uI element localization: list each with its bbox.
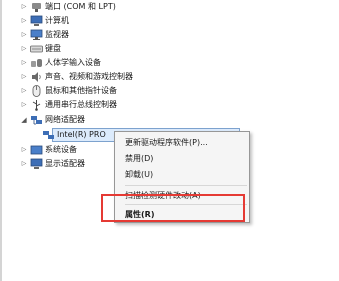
expand-arrow-icon[interactable]: ▷ <box>20 98 28 112</box>
expand-arrow-icon[interactable]: ▷ <box>20 143 28 157</box>
tree-item-label: 系统设备 <box>45 145 77 154</box>
tree-item-computer[interactable]: ▷ 计算机 <box>0 14 200 28</box>
expand-arrow-icon[interactable]: ▷ <box>20 28 28 42</box>
tree-item-label: 计算机 <box>45 16 69 25</box>
tree-item-label: 键盘 <box>45 44 61 53</box>
annotation-highlight-box <box>101 194 245 222</box>
tree-item-label: Intel(R) PRO <box>57 130 106 139</box>
computer-icon <box>30 15 43 26</box>
menu-item-uninstall[interactable]: 卸载(U) <box>125 168 153 181</box>
expand-arrow-icon[interactable]: ▷ <box>20 0 28 14</box>
hid-icon <box>31 59 42 67</box>
expand-arrow-icon[interactable]: ▷ <box>20 42 28 56</box>
tree-item-label: 人体学输入设备 <box>45 58 101 67</box>
system-device-icon <box>30 145 43 155</box>
tree-item-label: 鼠标和其他指针设备 <box>45 86 117 95</box>
tree-item-label: 声音、视频和游戏控制器 <box>45 72 133 81</box>
expand-arrow-icon[interactable]: ▷ <box>20 70 28 84</box>
tree-item-sound[interactable]: ▷ 声音、视频和游戏控制器 <box>0 70 200 84</box>
tree-item-keyboards[interactable]: ▷ 键盘 <box>0 42 200 56</box>
expand-arrow-icon[interactable]: ▷ <box>20 56 28 70</box>
mouse-icon <box>32 85 41 97</box>
tree-item-label: 显示适配器 <box>45 159 85 168</box>
tree-item-network-adapters[interactable]: ◢ 网络适配器 <box>0 113 200 127</box>
tree-item-ports[interactable]: ▷ 端口 (COM 和 LPT) <box>0 0 200 14</box>
tree-item-label: 监视器 <box>45 30 69 39</box>
collapse-arrow-icon[interactable]: ◢ <box>20 113 28 127</box>
tree-item-display-adapters[interactable]: ▷ 显示适配器 <box>0 157 110 171</box>
expand-arrow-icon[interactable]: ▷ <box>20 14 28 28</box>
network-adapter-icon <box>43 131 54 139</box>
tree-item-label: 网络适配器 <box>45 115 85 124</box>
port-icon <box>32 3 41 12</box>
tree-item-system-devices[interactable]: ▷ 系统设备 <box>0 143 110 157</box>
tree-item-hid[interactable]: ▷ 人体学输入设备 <box>0 56 200 70</box>
tree-item-monitors[interactable]: ▷ 监视器 <box>0 28 200 42</box>
usb-icon <box>32 100 41 111</box>
tree-item-label: 通用串行总线控制器 <box>45 100 117 109</box>
tree-item-mice[interactable]: ▷ 鼠标和其他指针设备 <box>0 84 200 98</box>
network-icon <box>31 116 42 125</box>
expand-arrow-icon[interactable]: ▷ <box>20 84 28 98</box>
menu-item-update-driver[interactable]: 更新驱动程序软件(P)... <box>125 136 208 149</box>
menu-item-disable[interactable]: 禁用(D) <box>125 152 153 165</box>
display-adapter-icon <box>30 158 43 169</box>
expand-arrow-icon[interactable]: ▷ <box>20 157 28 171</box>
menu-separator <box>125 185 247 186</box>
monitor-icon <box>30 29 43 40</box>
tree-item-label: 端口 (COM 和 LPT) <box>45 2 116 11</box>
keyboard-icon <box>30 45 43 53</box>
speaker-icon <box>32 72 41 82</box>
tree-item-usb[interactable]: ▷ 通用串行总线控制器 <box>0 98 200 112</box>
